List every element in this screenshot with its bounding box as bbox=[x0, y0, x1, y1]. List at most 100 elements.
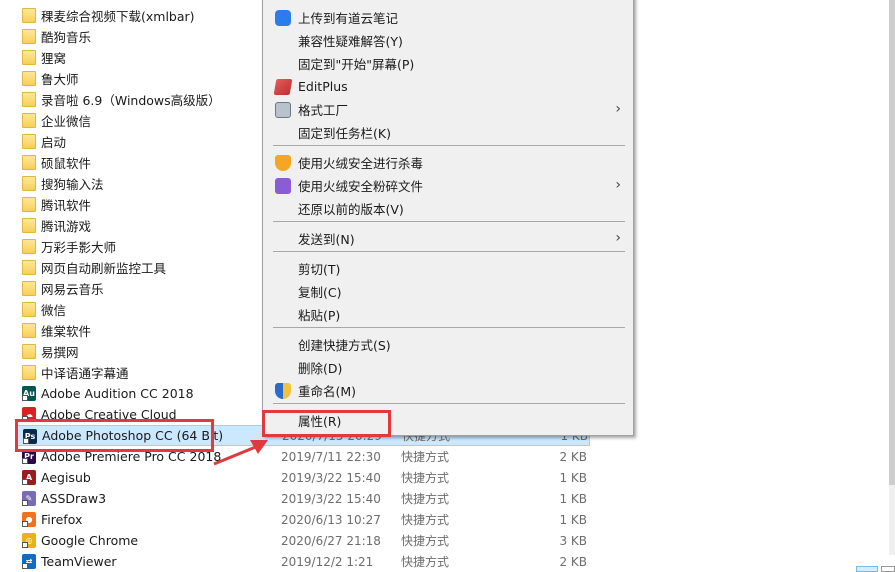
file-date: 2019/12/2 1:21 bbox=[281, 554, 374, 569]
menu-item-13[interactable]: 创建快捷方式(S) bbox=[265, 333, 631, 356]
assdraw-icon: ✎ bbox=[22, 491, 36, 506]
annotation-arrow bbox=[213, 440, 268, 466]
menu-item-1[interactable]: 兼容性疑难解答(Y) bbox=[265, 29, 631, 52]
file-name: 稞麦综合视频下载(xmlbar) bbox=[41, 9, 195, 24]
file-size: 3 KB bbox=[559, 533, 587, 548]
menu-item-label: 固定到任务栏(K) bbox=[298, 126, 391, 141]
file-name: 易撰网 bbox=[41, 345, 79, 360]
file-name: Google Chrome bbox=[41, 533, 139, 548]
folder-icon bbox=[22, 176, 36, 191]
editplus-icon bbox=[273, 79, 293, 95]
folder-icon bbox=[22, 218, 36, 233]
file-name: 中译语通字幕通 bbox=[41, 366, 129, 381]
menu-item-label: 使用火绒安全进行杀毒 bbox=[298, 156, 424, 171]
file-name: 腾讯游戏 bbox=[41, 219, 92, 234]
menu-item-7[interactable]: 使用火绒安全粉碎文件 › bbox=[265, 174, 631, 197]
menu-item-5[interactable]: 固定到任务栏(K) bbox=[265, 121, 631, 144]
file-type: 快捷方式 bbox=[401, 450, 450, 464]
file-name: ASSDraw3 bbox=[41, 491, 107, 506]
menu-item-4[interactable]: 格式工厂 › bbox=[265, 98, 631, 121]
menu-item-14[interactable]: 删除(D) bbox=[265, 356, 631, 379]
file-name: 酷狗音乐 bbox=[41, 30, 92, 45]
menu-item-15[interactable]: 重命名(M) bbox=[265, 379, 631, 402]
file-size: 2 KB bbox=[559, 554, 587, 569]
file-size: 2 KB bbox=[559, 449, 587, 464]
file-date: 2020/6/27 21:18 bbox=[281, 533, 381, 548]
menu-separator bbox=[273, 327, 625, 328]
large-icons-view-button[interactable] bbox=[881, 566, 895, 572]
menu-separator bbox=[273, 145, 625, 146]
menu-item-9[interactable]: 发送到(N) › bbox=[265, 227, 631, 250]
chrome-icon: ◎ bbox=[22, 533, 36, 548]
menu-item-label: 兼容性疑难解答(Y) bbox=[298, 34, 403, 49]
file-date: 2019/3/22 15:40 bbox=[281, 491, 381, 506]
file-name: 鲁大师 bbox=[41, 72, 79, 87]
folder-icon bbox=[22, 239, 36, 254]
menu-item-6[interactable]: 使用火绒安全进行杀毒 bbox=[265, 151, 631, 174]
scrollbar-thumb[interactable] bbox=[889, 0, 895, 485]
folder-icon bbox=[22, 29, 36, 44]
shortcut-row[interactable]: ✎ ASSDraw3 2019/3/22 15:40 快捷方式 1 KB bbox=[0, 488, 600, 509]
details-view-button[interactable] bbox=[856, 566, 878, 572]
submenu-chevron-icon: › bbox=[615, 230, 621, 246]
shortcut-row[interactable]: ● Firefox 2020/6/13 10:27 快捷方式 1 KB bbox=[0, 509, 600, 530]
file-name: 狸窝 bbox=[41, 51, 67, 66]
menu-item-11[interactable]: 复制(C) bbox=[265, 280, 631, 303]
file-size: 1 KB bbox=[559, 491, 587, 506]
annotation-highlight-properties bbox=[262, 410, 391, 437]
shortcut-row[interactable]: ⇄ TeamViewer 2019/12/2 1:21 快捷方式 2 KB bbox=[0, 551, 600, 572]
uac-shield-icon bbox=[275, 383, 291, 399]
file-size: 1 KB bbox=[559, 512, 587, 527]
file-type: 快捷方式 bbox=[401, 513, 450, 527]
menu-item-label: 创建快捷方式(S) bbox=[298, 338, 391, 353]
menu-item-12[interactable]: 粘贴(P) bbox=[265, 303, 631, 326]
menu-item-0[interactable]: 上传到有道云笔记 bbox=[265, 6, 631, 29]
menu-item-10[interactable]: 剪切(T) bbox=[265, 257, 631, 280]
adobe-audition-icon: Au bbox=[22, 386, 36, 401]
huorong-shredder-icon bbox=[275, 178, 291, 194]
menu-separator bbox=[273, 221, 625, 222]
folder-icon bbox=[22, 365, 36, 380]
folder-icon bbox=[22, 134, 36, 149]
file-name: 网页自动刷新监控工具 bbox=[41, 261, 167, 276]
shortcut-row[interactable]: A Aegisub 2019/3/22 15:40 快捷方式 1 KB bbox=[0, 467, 600, 488]
folder-icon bbox=[22, 323, 36, 338]
menu-separator bbox=[273, 403, 625, 404]
file-name: 搜狗输入法 bbox=[41, 177, 104, 192]
menu-item-label: 还原以前的版本(V) bbox=[298, 202, 404, 217]
menu-item-label: 删除(D) bbox=[298, 361, 343, 376]
shortcut-row[interactable]: ◎ Google Chrome 2020/6/27 21:18 快捷方式 3 KB bbox=[0, 530, 600, 551]
menu-item-label: 复制(C) bbox=[298, 285, 342, 300]
file-size: 1 KB bbox=[559, 470, 587, 485]
folder-icon bbox=[22, 113, 36, 128]
submenu-chevron-icon: › bbox=[615, 101, 621, 117]
aegisub-icon: A bbox=[22, 470, 36, 485]
menu-item-label: 固定到"开始"屏幕(P) bbox=[298, 57, 415, 72]
huorong-antivirus-icon bbox=[275, 155, 291, 171]
file-name: 微信 bbox=[41, 303, 67, 318]
menu-item-label: 剪切(T) bbox=[298, 262, 341, 277]
file-date: 2019/7/11 22:30 bbox=[281, 449, 381, 464]
menu-item-8[interactable]: 还原以前的版本(V) bbox=[265, 197, 631, 220]
youdao-note-icon bbox=[275, 10, 291, 26]
file-name: 万彩手影大师 bbox=[41, 240, 117, 255]
menu-item-label: 使用火绒安全粉碎文件 bbox=[298, 179, 424, 194]
file-name: TeamViewer bbox=[41, 554, 117, 569]
file-name: 网易云音乐 bbox=[41, 282, 104, 297]
file-name: Aegisub bbox=[41, 470, 91, 485]
file-date: 2019/3/22 15:40 bbox=[281, 470, 381, 485]
file-type: 快捷方式 bbox=[401, 555, 450, 569]
file-name: 腾讯软件 bbox=[41, 198, 92, 213]
folder-icon bbox=[22, 92, 36, 107]
menu-item-label: 格式工厂 bbox=[298, 103, 349, 118]
file-name: Firefox bbox=[41, 512, 83, 527]
folder-icon bbox=[22, 344, 36, 359]
file-name: 企业微信 bbox=[41, 114, 92, 129]
folder-icon bbox=[22, 8, 36, 23]
menu-item-2[interactable]: 固定到"开始"屏幕(P) bbox=[265, 52, 631, 75]
folder-icon bbox=[22, 302, 36, 317]
vertical-scrollbar[interactable] bbox=[889, 0, 895, 555]
format-factory-icon bbox=[275, 102, 291, 118]
file-name: 硕鼠软件 bbox=[41, 156, 92, 171]
menu-item-3[interactable]: EditPlus bbox=[265, 75, 631, 98]
